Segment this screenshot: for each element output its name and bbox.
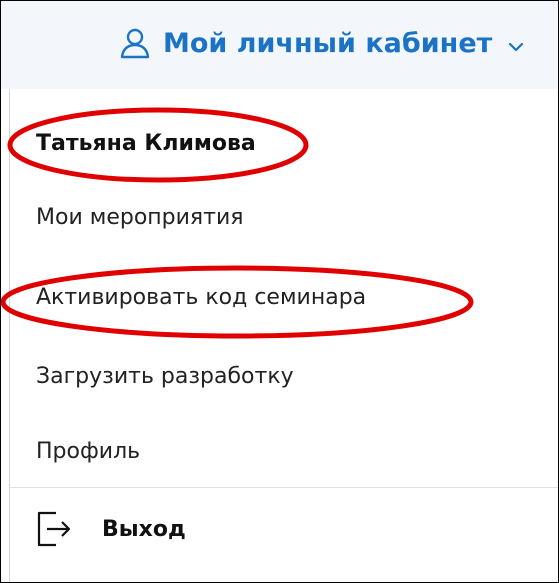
logout-icon [36,509,72,549]
logout-button[interactable]: Выход [36,509,186,549]
chevron-down-icon [506,33,526,53]
user-name: Татьяна Климова [36,131,256,156]
account-menu-button[interactable]: Мой личный кабинет [119,19,526,67]
logout-label: Выход [102,516,186,542]
account-menu-label: Мой личный кабинет [163,27,493,59]
menu-item-upload-development[interactable]: Загрузить разработку [36,364,294,389]
header-bar: Мой личный кабинет [1,1,558,89]
screenshot-frame: Мой личный кабинет Татьяна Климова Мои м… [0,0,559,583]
menu-divider [10,487,558,488]
menu-item-my-events[interactable]: Мои мероприятия [36,205,244,230]
menu-item-activate-seminar-code[interactable]: Активировать код семинара [36,285,366,310]
account-dropdown-menu: Татьяна Климова Мои мероприятия Активиро… [9,89,558,582]
user-icon [119,27,151,59]
menu-item-profile[interactable]: Профиль [36,439,140,464]
